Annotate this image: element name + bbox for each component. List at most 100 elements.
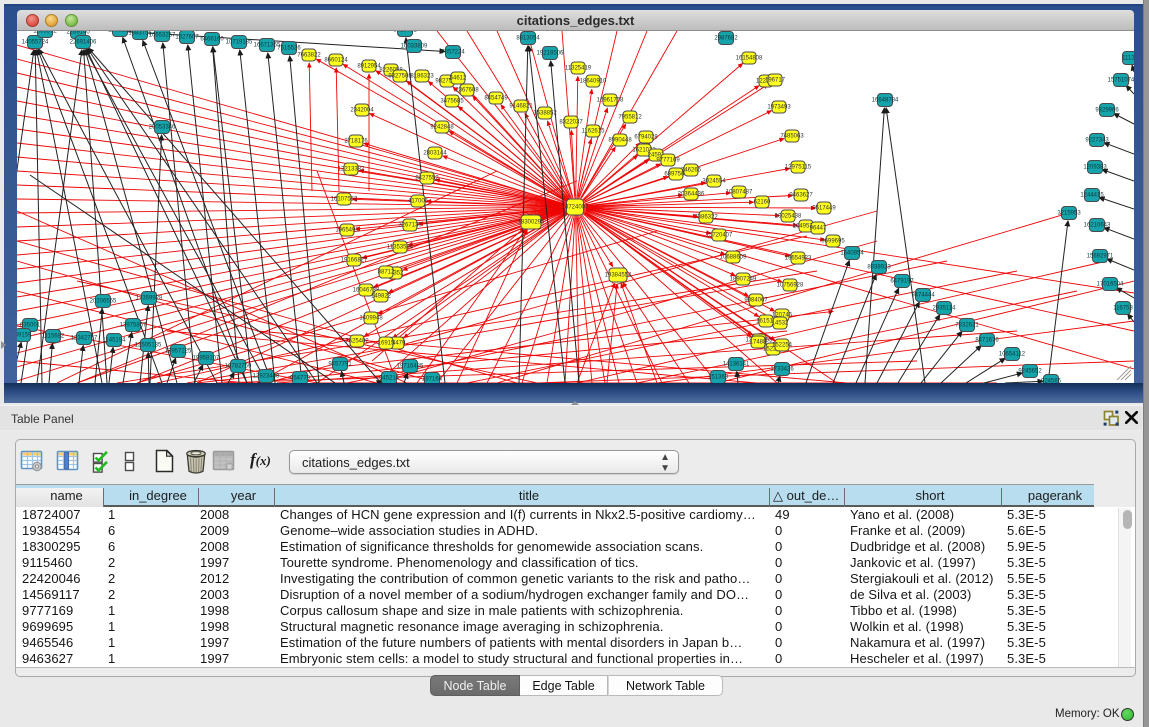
svg-text:9777169: 9777169 [656,158,680,164]
svg-text:10025438: 10025438 [775,214,802,220]
svg-text:8322037: 8322037 [559,120,583,126]
svg-text:417006: 417006 [408,199,429,205]
svg-text:2367608: 2367608 [455,88,479,94]
svg-text:1965491: 1965491 [335,228,359,234]
svg-text:8660124: 8660124 [324,58,348,64]
svg-text:1733426: 1733426 [770,367,794,373]
svg-text:18724007: 18724007 [562,205,589,211]
svg-text:9517449: 9517449 [812,206,836,212]
svg-text:19166827: 19166827 [341,258,368,264]
svg-text:6794028: 6794028 [634,135,658,141]
svg-text:7663822: 7663822 [297,53,321,59]
svg-text:3267130: 3267130 [398,223,422,229]
svg-text:1244415: 1244415 [1080,193,1104,199]
svg-text:16033809: 16033809 [401,44,428,50]
svg-text:9242848: 9242848 [430,125,454,131]
svg-text:13975867: 13975867 [120,323,147,329]
svg-text:924565: 924565 [1041,379,1062,384]
svg-text:16154808: 16154808 [736,56,763,62]
svg-text:197164: 197164 [422,377,443,383]
svg-text:3024554: 3024554 [702,179,726,185]
svg-text:8471676: 8471676 [975,338,999,344]
svg-text:9329966: 9329966 [1095,108,1119,114]
svg-text:7386322: 7386322 [694,215,718,221]
svg-text:2269140: 2269140 [66,31,90,36]
svg-text:3215953: 3215953 [1057,211,1081,217]
svg-text:8813054: 8813054 [516,36,540,42]
svg-text:9474444: 9474444 [911,293,935,299]
svg-text:2987682: 2987682 [714,36,738,42]
svg-text:9457791: 9457791 [328,362,352,368]
svg-text:8427552: 8427552 [415,176,439,182]
svg-text:7832621: 7832621 [955,323,979,329]
svg-text:12213382: 12213382 [338,167,365,173]
svg-text:16107552: 16107552 [331,197,358,203]
svg-text:15692971: 15692971 [1087,254,1114,260]
svg-text:3475685: 3475685 [440,99,464,105]
svg-text:954779: 954779 [290,376,311,382]
svg-text:8938923: 8938923 [867,265,891,271]
svg-text:11325419: 11325419 [565,66,592,72]
svg-text:62160: 62160 [754,200,771,206]
svg-text:10756928: 10756928 [777,283,804,289]
svg-text:9699695: 9699695 [821,239,845,245]
svg-text:17359928: 17359928 [136,296,163,302]
svg-text:18640910: 18640910 [580,79,607,85]
svg-text:88712: 88712 [378,270,395,276]
svg-text:1640954: 1640954 [840,251,864,257]
svg-text:9463627: 9463627 [789,193,813,199]
svg-text:1973493: 1973493 [767,105,791,111]
svg-text:15751074: 15751074 [1108,78,1134,84]
svg-text:16782759: 16782759 [225,364,252,370]
svg-text:20364436: 20364436 [678,192,705,198]
svg-text:1905572: 1905572 [33,31,57,35]
svg-text:16915: 16915 [378,341,395,347]
svg-text:96447: 96447 [810,226,827,232]
svg-text:10654112: 10654112 [999,352,1026,358]
svg-text:835001: 835001 [20,323,41,329]
svg-text:1538852: 1538852 [533,111,557,117]
svg-text:9227343: 9227343 [1085,138,1109,144]
svg-text:1409948: 1409948 [359,316,383,322]
svg-text:20206555: 20206555 [90,299,117,305]
svg-text:7485063: 7485063 [780,134,804,140]
svg-text:17957225: 17957225 [165,349,192,355]
svg-text:8990448: 8990448 [608,138,632,144]
svg-text:1115682: 1115682 [42,334,65,340]
svg-text:12505135: 12505135 [135,343,162,349]
svg-text:19384554: 19384554 [605,273,632,279]
svg-text:1327607: 1327607 [175,35,199,41]
svg-text:1145194: 1145194 [103,338,127,344]
svg-text:9245652: 9245652 [1018,369,1042,375]
svg-text:14055724: 14055724 [22,40,49,46]
svg-text:19716485: 19716485 [397,364,424,370]
svg-text:945214: 945214 [379,376,400,382]
svg-text:746266: 746266 [681,168,702,174]
svg-text:7357224: 7357224 [441,50,465,56]
svg-text:54612: 54612 [450,76,467,82]
svg-text:1162615: 1162615 [582,129,606,135]
svg-text:7955812: 7955812 [618,115,642,121]
svg-text:10807487: 10807487 [726,190,753,196]
svg-text:11123: 11123 [1122,56,1134,62]
svg-text:17488: 17488 [750,340,767,346]
svg-text:19218506: 19218506 [537,51,564,57]
svg-text:10653267: 10653267 [149,33,176,39]
svg-text:9084067: 9084067 [744,298,768,304]
svg-text:18907249: 18907249 [730,277,757,283]
svg-text:149822: 149822 [371,294,392,300]
svg-text:10719185: 10719185 [226,40,253,46]
svg-text:2342004: 2342004 [350,108,374,114]
svg-text:6466160: 6466160 [200,37,224,43]
svg-text:14532: 14532 [772,321,789,327]
svg-text:17016504: 17016504 [1097,282,1124,288]
svg-text:116753: 116753 [1113,306,1133,312]
svg-text:11353594: 11353594 [387,245,414,251]
svg-text:6479197: 6479197 [890,279,914,285]
svg-text:22691406: 22691406 [70,40,97,46]
svg-text:16648784: 16648784 [872,98,899,104]
svg-text:7515526: 7515526 [277,46,301,52]
svg-text:15720407: 15720407 [706,233,733,239]
svg-text:16961758: 16961758 [597,98,624,104]
svg-text:152254: 152254 [772,343,793,349]
